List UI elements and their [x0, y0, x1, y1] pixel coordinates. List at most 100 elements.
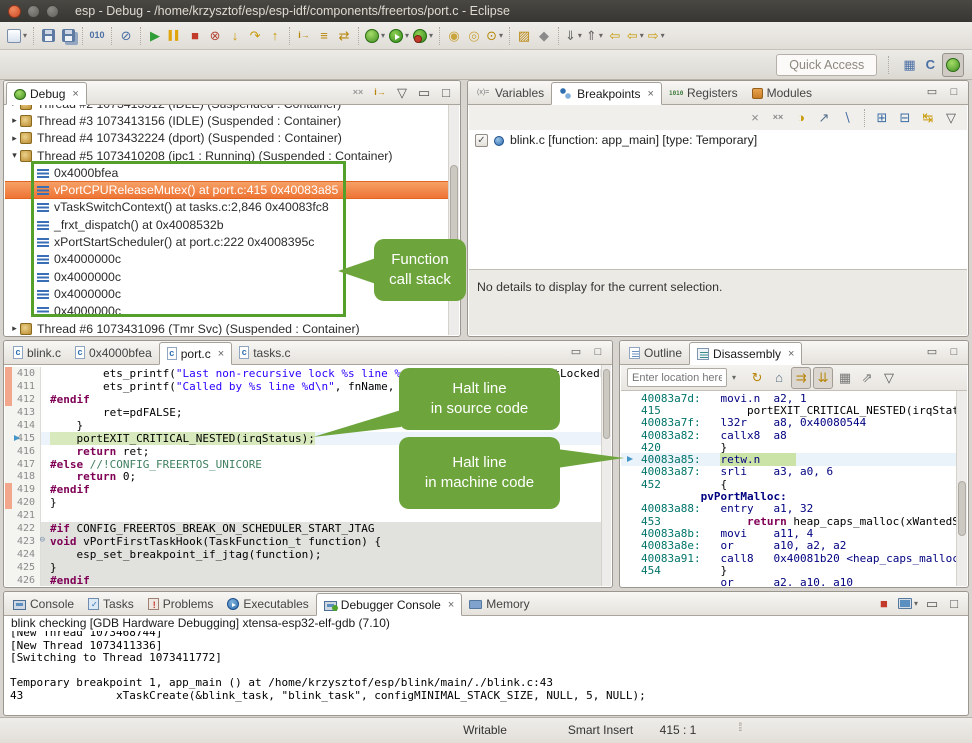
dropdown-arrow-icon[interactable]: ▾ [914, 599, 918, 608]
line-number-gutter[interactable]: 414 [5, 419, 41, 432]
maximize-icon[interactable]: □ [436, 82, 456, 104]
instruction-stepping-toggle-icon[interactable]: i→ [370, 82, 390, 104]
close-tab-icon[interactable]: × [788, 348, 794, 360]
breakpoint-checkbox[interactable]: ✓ [475, 134, 488, 147]
minimize-icon[interactable]: ▭ [414, 82, 434, 104]
thread-row[interactable]: ▸Thread #6 1073431096 (Tmr Svc) (Suspend… [5, 320, 448, 335]
line-number-gutter[interactable]: 418 [5, 471, 41, 484]
stack-frame-row[interactable]: 0x4000000c [5, 303, 448, 320]
thread-row[interactable]: ▸Thread #2 1073413312 (IDLE) (Suspended … [5, 105, 448, 112]
maximize-icon[interactable]: □ [944, 342, 964, 364]
line-number-gutter[interactable]: 416 [5, 445, 41, 458]
maximize-icon[interactable]: □ [944, 593, 964, 615]
line-number-gutter[interactable]: 419 [5, 483, 41, 496]
editor-scrollbar[interactable] [601, 365, 611, 586]
new-disassembly-view-icon[interactable]: ▦ [835, 367, 855, 389]
window-maximize-button[interactable] [46, 5, 59, 18]
fold-collapse-icon[interactable]: ⊖ [40, 535, 45, 545]
previous-annotation-icon[interactable]: ⇑▾ [584, 25, 605, 47]
expander-closed-icon[interactable]: ▸ [9, 133, 20, 144]
close-tab-icon[interactable]: × [218, 348, 224, 360]
remove-selected-breakpoints-icon[interactable]: × [745, 107, 765, 129]
debug-launch-icon[interactable]: ▾ [363, 25, 387, 47]
location-input[interactable] [627, 368, 727, 387]
console-view-tab-problems[interactable]: Problems [141, 592, 221, 615]
new-wizard-icon[interactable]: ▾ [5, 25, 29, 47]
minimize-icon[interactable]: ▭ [922, 342, 942, 364]
window-minimize-button[interactable] [27, 5, 40, 18]
step-into-icon[interactable]: ↓ [225, 25, 245, 47]
skip-all-breakpoints-view-icon[interactable]: ∖ [837, 107, 857, 129]
maximize-icon[interactable]: □ [588, 342, 608, 364]
minimize-icon[interactable]: ▭ [922, 593, 942, 615]
expander-closed-icon[interactable]: ▸ [9, 323, 20, 334]
dropdown-arrow-icon[interactable]: ▾ [661, 31, 665, 40]
disassembly-view-tab-disassembly[interactable]: Disassembly× [689, 342, 802, 365]
open-type-icon[interactable]: ◉ [444, 25, 464, 47]
thread-row[interactable]: ▸Thread #3 1073413156 (IDLE) (Suspended … [5, 112, 448, 129]
line-number-gutter[interactable]: 426 [5, 574, 41, 586]
expander-closed-icon[interactable]: ▸ [9, 105, 20, 109]
toggle-block-selection-icon[interactable]: ◆ [534, 25, 554, 47]
breakpoints-view-tab-modules[interactable]: Modules [745, 81, 819, 104]
debug-perspective-icon[interactable] [942, 53, 964, 77]
breakpoint-row[interactable]: ✓ blink.c [function: app_main] [type: Te… [469, 130, 967, 150]
console-view-tab-console[interactable]: Console [6, 592, 81, 615]
expand-all-icon[interactable]: ⊞ [872, 107, 892, 129]
breakpoints-view-tab-variables[interactable]: Variables [470, 81, 551, 104]
console-view-tab-memory[interactable]: Memory [462, 592, 536, 615]
save-icon[interactable] [38, 25, 58, 47]
editor-tab-0x4000bfea[interactable]: 0x4000bfea [68, 341, 159, 364]
breakpoints-list[interactable]: ✓ blink.c [function: app_main] [type: Te… [469, 130, 967, 269]
disconnect-icon[interactable]: ⊗ [205, 25, 225, 47]
view-menu-icon[interactable]: ▽ [941, 107, 961, 129]
display-selected-console-icon[interactable]: ▾ [896, 593, 920, 615]
thread-row[interactable]: ▸Thread #4 1073432224 (dport) (Suspended… [5, 130, 448, 147]
show-breakpoints-supported-icon[interactable]: ◑ [791, 107, 811, 129]
use-step-filters-icon[interactable]: ⇄ [334, 25, 354, 47]
dropdown-arrow-icon[interactable]: ▾ [599, 31, 603, 40]
dropdown-arrow-icon[interactable]: ▾ [23, 31, 27, 40]
collapse-all-icon[interactable]: ⊟ [895, 107, 915, 129]
disassembly-view-tab-outline[interactable]: Outline [622, 341, 689, 364]
sync-active-context-icon[interactable]: ⇉ [791, 367, 811, 389]
dropdown-arrow-icon[interactable]: ▾ [578, 31, 582, 40]
skip-all-breakpoints-icon[interactable]: ⊘ [116, 25, 136, 47]
debug-tab[interactable]: Debug × [6, 82, 87, 105]
line-number-gutter[interactable]: 412 [5, 393, 41, 406]
line-number-gutter[interactable]: 417 [5, 458, 41, 471]
breakpoints-view-tab-registers[interactable]: Registers [662, 81, 745, 104]
minimize-icon[interactable]: ▭ [566, 342, 586, 364]
full-stack-display-icon[interactable]: ≡ [314, 25, 334, 47]
search-icon[interactable]: ⊙▾ [484, 25, 505, 47]
terminate-console-icon[interactable]: ■ [874, 593, 894, 615]
stack-frame-row[interactable]: _frxt_dispatch() at 0x4008532b [5, 216, 448, 233]
link-with-debug-view-icon[interactable]: ↹ [918, 107, 938, 129]
minimize-icon[interactable]: ▭ [922, 82, 942, 104]
forward-icon[interactable]: ⇨▾ [646, 25, 667, 47]
line-number-gutter[interactable]: 420 [5, 496, 41, 509]
dropdown-arrow-icon[interactable]: ▾ [429, 31, 433, 40]
console-view-tab-tasks[interactable]: Tasks [81, 592, 141, 615]
location-dropdown-icon[interactable]: ▾ [732, 373, 736, 382]
toggle-mark-occurrences-icon[interactable]: ▨ [514, 25, 534, 47]
status-drag-handle[interactable]: ⁞⁞ [738, 720, 741, 734]
go-to-file-for-breakpoint-icon[interactable]: ↗ [814, 107, 834, 129]
console-view-tab-debugger-console[interactable]: Debugger Console× [316, 593, 463, 616]
pin-view-icon[interactable]: ⇗ [857, 367, 877, 389]
line-number-gutter[interactable]: 410 [5, 367, 41, 380]
step-return-icon[interactable]: ↑ [265, 25, 285, 47]
disassembly-area[interactable]: 40083a7d: movi.n a2, 1415 portEXIT_CRITI… [621, 391, 956, 586]
close-tab-icon[interactable]: × [72, 88, 78, 100]
line-number-gutter[interactable]: 413 [5, 406, 41, 419]
thread-row[interactable]: ▾Thread #5 1073410208 (ipc1 : Running) (… [5, 147, 448, 164]
terminate-icon[interactable]: ■ [185, 25, 205, 47]
line-number-gutter[interactable]: 423⊖ [5, 535, 41, 548]
open-resource-icon[interactable]: ◎ [464, 25, 484, 47]
quick-access-button[interactable]: Quick Access [776, 54, 877, 76]
dropdown-arrow-icon[interactable]: ▾ [499, 31, 503, 40]
line-number-gutter[interactable]: 422 [5, 522, 41, 535]
stack-frame-row[interactable]: 0x4000bfea [5, 164, 448, 181]
instruction-stepping-icon[interactable]: i→ [294, 25, 314, 47]
next-annotation-icon[interactable]: ⇓▾ [563, 25, 584, 47]
